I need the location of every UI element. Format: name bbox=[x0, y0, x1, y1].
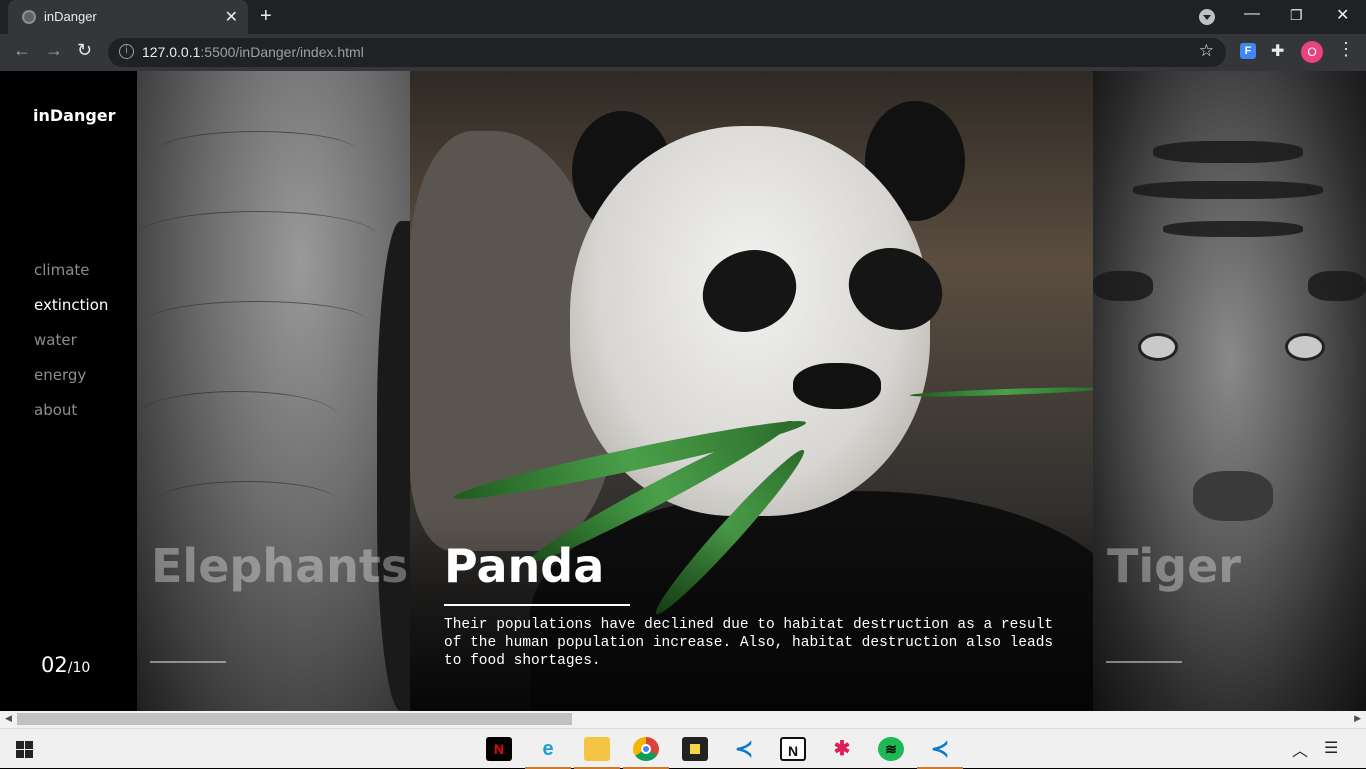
bookmark-star-icon[interactable]: ☆ bbox=[1199, 41, 1214, 61]
texture bbox=[1163, 221, 1303, 237]
counter-total: /10 bbox=[67, 660, 91, 676]
edge-icon[interactable]: e bbox=[525, 737, 571, 769]
file-explorer-icon[interactable] bbox=[574, 737, 620, 769]
horizontal-scrollbar[interactable]: ◀ ▶ bbox=[0, 711, 1366, 728]
browser-tab[interactable]: inDanger ✕ bbox=[8, 0, 248, 34]
panel-underline bbox=[150, 661, 226, 663]
tab-title: inDanger bbox=[44, 9, 97, 24]
panda-description: Their populations have declined due to h… bbox=[444, 617, 1054, 669]
windows-start-icon[interactable] bbox=[16, 741, 33, 758]
texture bbox=[1153, 141, 1303, 163]
tiger-nose bbox=[1193, 471, 1273, 521]
panel-panda[interactable]: Panda Their populations have declined du… bbox=[410, 71, 1093, 711]
tab-search-icon[interactable] bbox=[1199, 9, 1215, 25]
minimize-icon[interactable]: — bbox=[1244, 5, 1260, 23]
scroll-left-icon[interactable]: ◀ bbox=[5, 713, 12, 724]
texture bbox=[137, 211, 377, 261]
chrome-icon[interactable] bbox=[623, 737, 669, 769]
reload-icon[interactable]: ↻ bbox=[77, 40, 92, 61]
panel-elephants[interactable]: Elephants bbox=[137, 71, 410, 711]
site-info-icon[interactable]: i bbox=[119, 44, 134, 59]
nav-climate[interactable]: climate bbox=[34, 261, 108, 296]
panel-title-elephants: Elephants bbox=[151, 539, 409, 593]
texture bbox=[1093, 271, 1153, 301]
forward-icon[interactable]: → bbox=[45, 40, 63, 61]
site-logo[interactable]: inDanger bbox=[33, 106, 116, 125]
slack-icon[interactable]: ✱ bbox=[829, 737, 855, 761]
back-icon[interactable]: ← bbox=[13, 40, 31, 61]
counter-current: 02 bbox=[41, 653, 68, 677]
close-tab-icon[interactable]: ✕ bbox=[225, 7, 238, 27]
texture bbox=[147, 301, 367, 341]
extension-f-icon[interactable]: F bbox=[1240, 43, 1256, 59]
chevron-up-icon[interactable]: ︿ bbox=[1292, 737, 1308, 761]
notifications-icon[interactable]: ☰ bbox=[1324, 738, 1338, 758]
page-content: inDanger climate extinction water energy… bbox=[0, 71, 1366, 711]
texture bbox=[137, 391, 337, 441]
panel-tiger[interactable]: Tiger bbox=[1093, 71, 1366, 711]
browser-toolbar: ← → ↻ i 127.0.0.1:5500/inDanger/index.ht… bbox=[0, 34, 1366, 71]
address-bar[interactable]: i 127.0.0.1:5500/inDanger/index.html ☆ bbox=[108, 38, 1226, 67]
panel-underline bbox=[1106, 661, 1182, 663]
slide-counter: 02/10 bbox=[41, 653, 90, 677]
panel-underline bbox=[444, 604, 630, 606]
sticky-notes-icon[interactable] bbox=[682, 737, 708, 761]
new-tab-icon[interactable]: + bbox=[260, 5, 272, 28]
profile-avatar[interactable]: O bbox=[1301, 41, 1323, 63]
elephant-ear-shadow bbox=[377, 221, 410, 711]
scrollbar-thumb[interactable] bbox=[17, 713, 572, 725]
texture bbox=[157, 481, 337, 521]
sidebar: inDanger climate extinction water energy… bbox=[0, 71, 137, 711]
nav-water[interactable]: water bbox=[34, 331, 108, 366]
globe-icon bbox=[22, 10, 36, 24]
netflix-icon[interactable]: N bbox=[486, 737, 512, 761]
nav-about[interactable]: about bbox=[34, 401, 108, 436]
nav-energy[interactable]: energy bbox=[34, 366, 108, 401]
url-text[interactable]: 127.0.0.1:5500/inDanger/index.html bbox=[142, 44, 364, 60]
bamboo-stem bbox=[909, 385, 1093, 399]
panel-title-tiger: Tiger bbox=[1107, 539, 1241, 593]
texture bbox=[157, 131, 357, 171]
vscode-icon[interactable]: ≺ bbox=[917, 737, 963, 769]
texture bbox=[1308, 271, 1366, 301]
vscode-icon[interactable]: ≺ bbox=[731, 737, 757, 761]
windows-taskbar: N e ≺ N ✱ ≋ ≺ ︿ ☰ bbox=[0, 728, 1366, 769]
panel-title-panda: Panda bbox=[444, 539, 605, 593]
tiger-eye-left bbox=[1138, 333, 1178, 361]
scroll-right-icon[interactable]: ▶ bbox=[1354, 713, 1361, 724]
restore-icon[interactable]: ❐ bbox=[1290, 7, 1303, 24]
extensions-puzzle-icon[interactable]: ✚ bbox=[1271, 41, 1284, 61]
tiger-eye-right bbox=[1285, 333, 1325, 361]
texture bbox=[1133, 181, 1323, 199]
panda-nose bbox=[793, 363, 881, 409]
site-nav: climate extinction water energy about bbox=[34, 261, 108, 436]
nav-extinction[interactable]: extinction bbox=[34, 296, 108, 331]
more-menu-icon[interactable]: ⋮ bbox=[1337, 39, 1355, 60]
spotify-icon[interactable]: ≋ bbox=[878, 737, 904, 761]
browser-tab-bar: inDanger ✕ + — ❐ ✕ bbox=[0, 0, 1366, 34]
notion-icon[interactable]: N bbox=[780, 737, 806, 761]
window-close-icon[interactable]: ✕ bbox=[1336, 5, 1349, 25]
